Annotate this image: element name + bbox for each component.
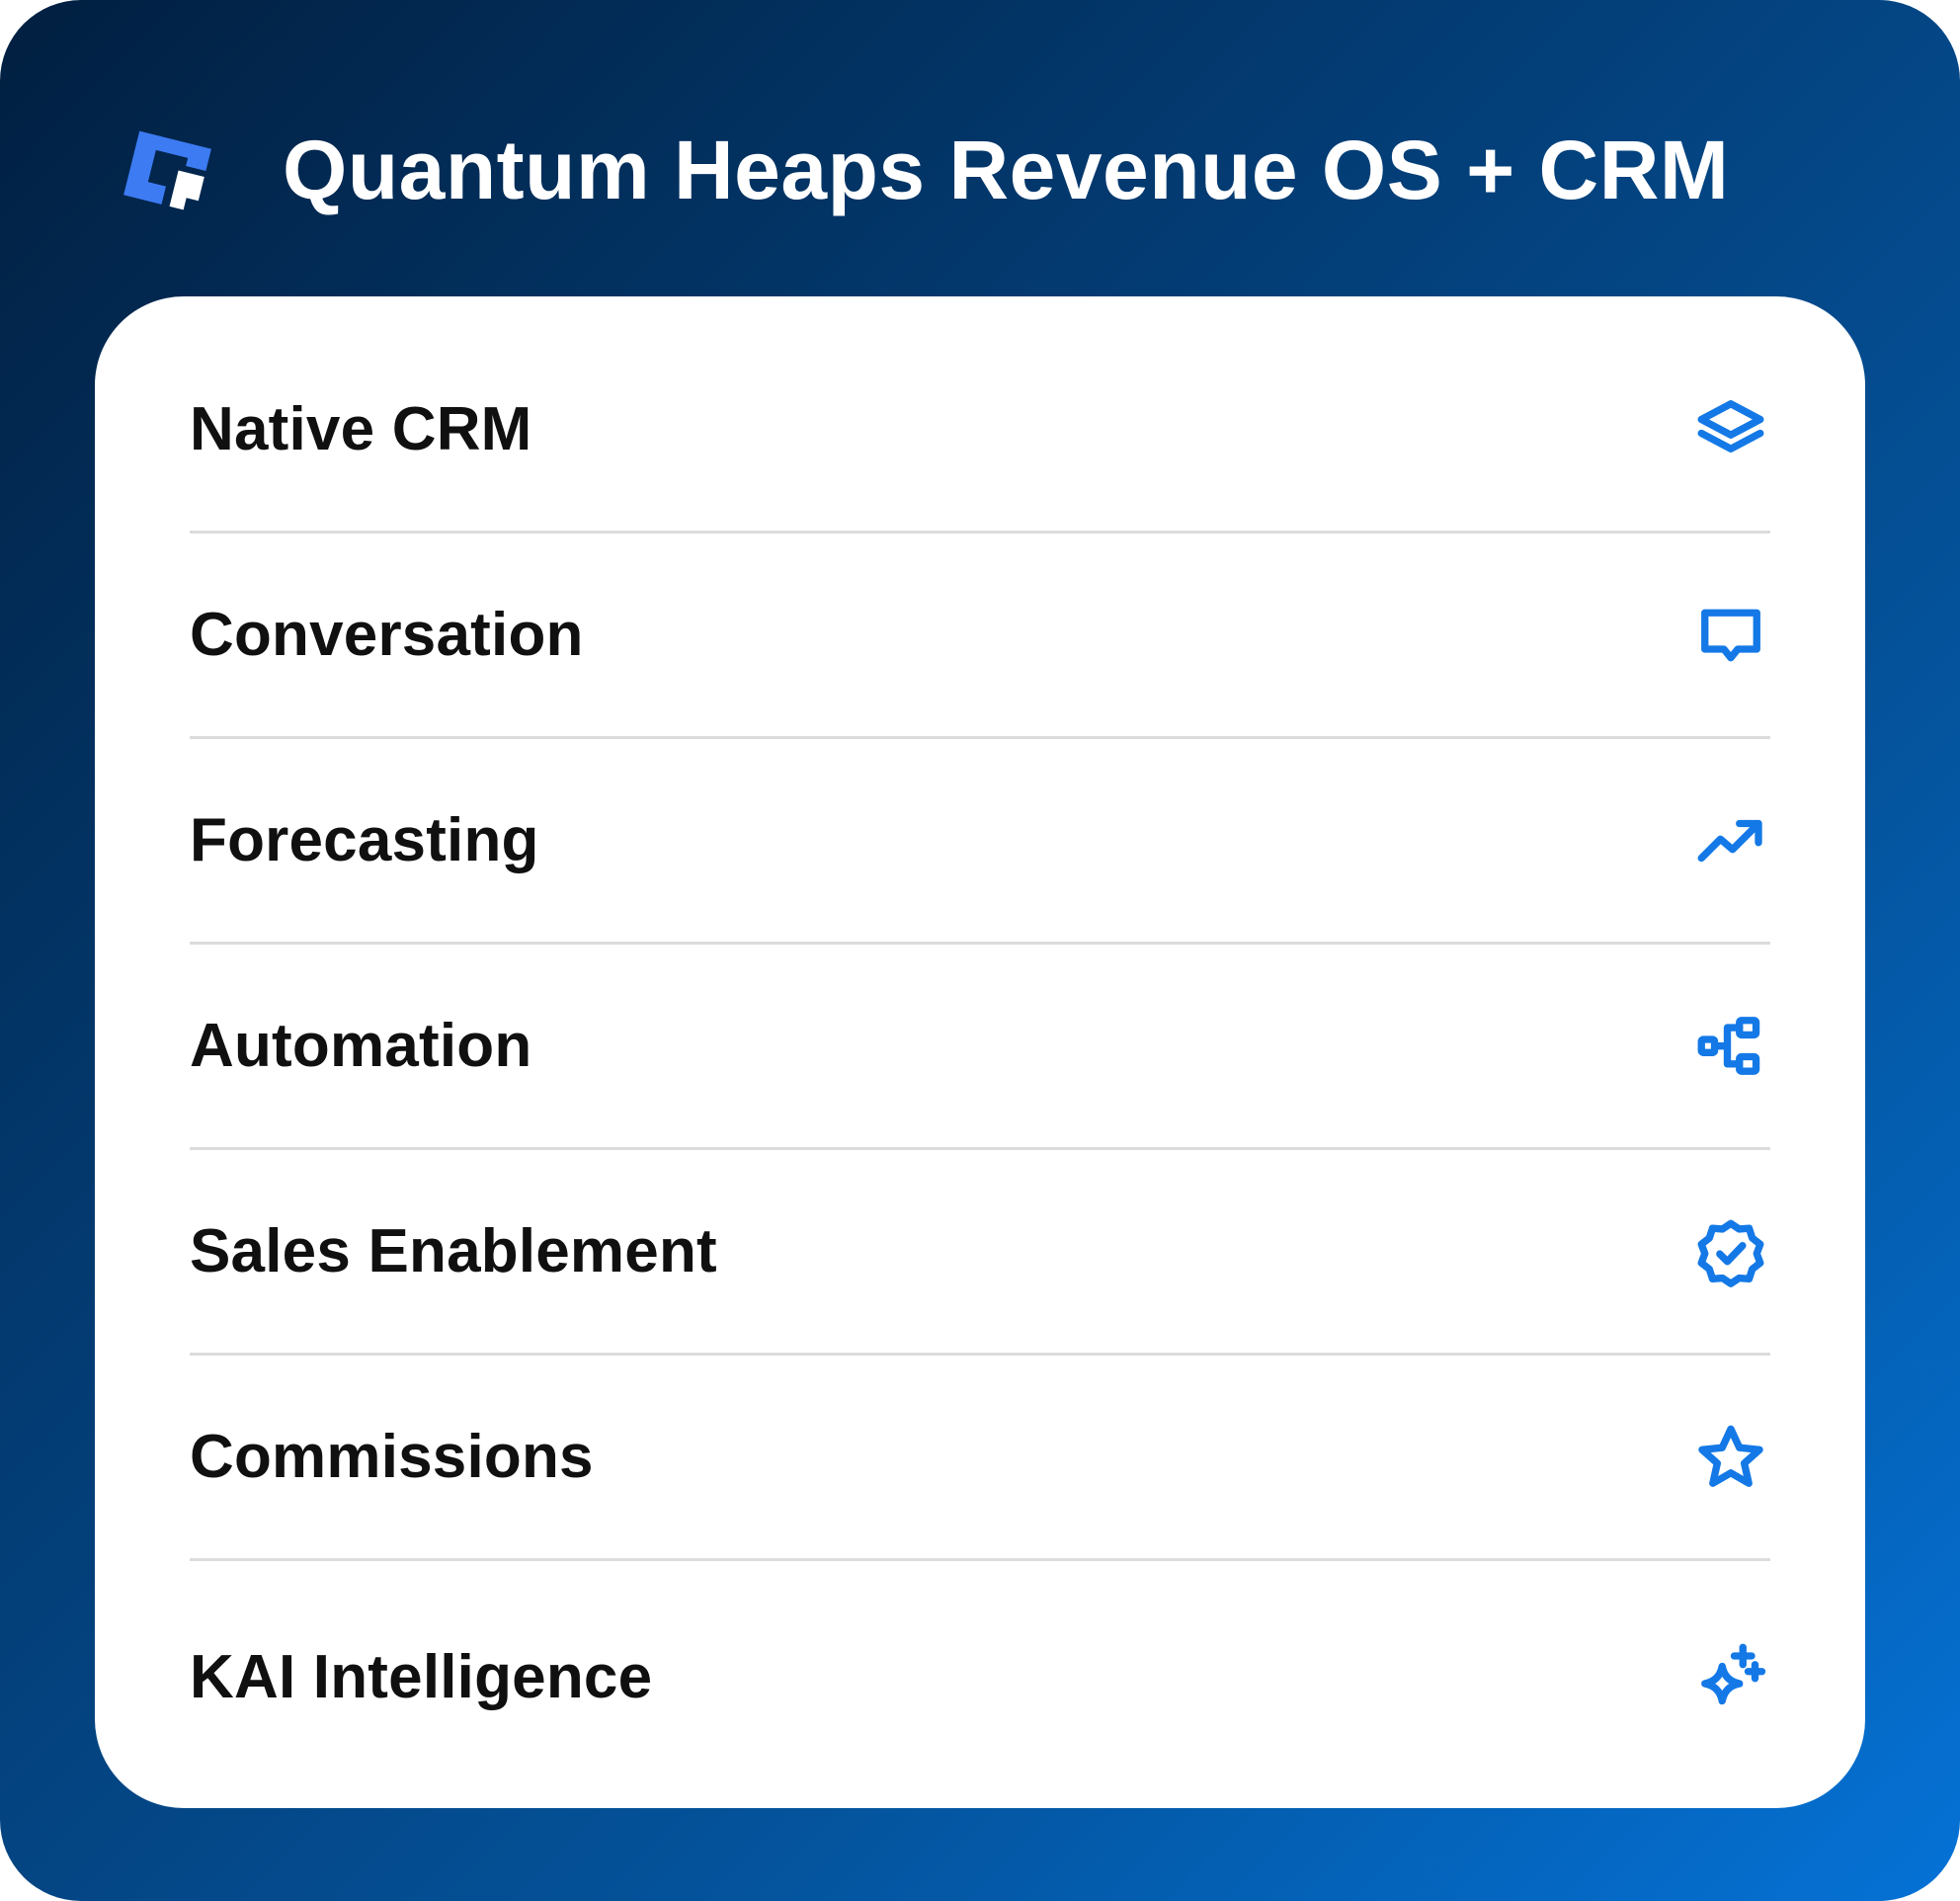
feature-label: KAI Intelligence: [190, 1642, 653, 1711]
chat-bubble-icon: [1689, 594, 1772, 677]
feature-label: Conversation: [190, 601, 584, 669]
feature-label: Native CRM: [190, 395, 532, 463]
feature-row-conversation[interactable]: Conversation: [190, 534, 1770, 739]
feature-label: Forecasting: [190, 806, 539, 874]
feature-label: Automation: [190, 1012, 532, 1080]
page-title: Quantum Heaps Revenue OS + CRM: [283, 124, 1730, 216]
verified-badge-icon: [1689, 1210, 1772, 1293]
feature-row-forecasting[interactable]: Forecasting: [190, 739, 1770, 945]
trending-up-icon: [1689, 799, 1772, 882]
feature-row-automation[interactable]: Automation: [190, 945, 1770, 1150]
feature-row-native-crm[interactable]: Native CRM: [190, 296, 1770, 534]
star-icon: [1689, 1416, 1772, 1499]
feature-row-sales-enablement[interactable]: Sales Enablement: [190, 1150, 1770, 1356]
feature-label: Sales Enablement: [190, 1217, 717, 1285]
layers-icon: [1689, 388, 1772, 471]
feature-card: Native CRM Conversation Forecasting Auto…: [95, 296, 1865, 1808]
feature-row-commissions[interactable]: Commissions: [190, 1356, 1770, 1561]
sparkles-icon: [1689, 1635, 1772, 1718]
workflow-icon: [1689, 1005, 1772, 1088]
feature-row-kai-intelligence[interactable]: KAI Intelligence: [190, 1561, 1770, 1792]
feature-label: Commissions: [190, 1423, 594, 1491]
app-frame: Quantum Heaps Revenue OS + CRM Native CR…: [0, 0, 1960, 1901]
quantum-heaps-logo-icon: [123, 130, 211, 210]
header: Quantum Heaps Revenue OS + CRM: [117, 117, 1729, 223]
